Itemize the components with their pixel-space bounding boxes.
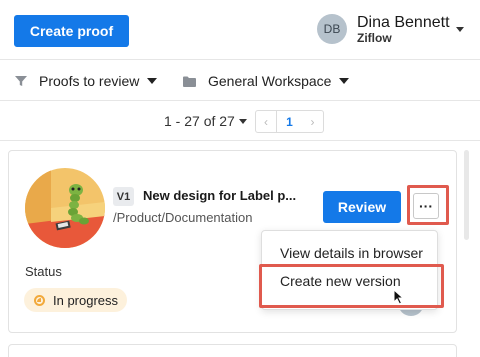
proof-path: /Product/Documentation xyxy=(113,210,253,225)
chevron-down-icon[interactable] xyxy=(456,27,464,32)
chevron-down-icon xyxy=(339,78,350,84)
workspace-dropdown[interactable]: General Workspace xyxy=(183,73,350,89)
pagination-bar: 1 - 27 of 27 xyxy=(0,101,480,141)
filter-bar: Proofs to review General Workspace xyxy=(0,60,480,101)
chevron-down-icon xyxy=(238,118,247,124)
page-range-dropdown[interactable]: 1 - 27 of 27 xyxy=(164,113,247,129)
version-badge: V1 xyxy=(113,187,134,206)
highlight-create-new-version xyxy=(259,264,444,308)
page-range-label: 1 - 27 of 27 xyxy=(164,113,235,129)
menu-item-view-details[interactable]: View details in browser xyxy=(280,245,423,261)
workspace-label: General Workspace xyxy=(208,73,332,89)
app-header: Create proof DB Dina Bennett Ziflow xyxy=(0,0,480,60)
prev-page-button[interactable]: ‹ xyxy=(255,110,277,133)
chevron-down-icon xyxy=(147,78,158,84)
create-proof-button[interactable]: Create proof xyxy=(14,15,129,47)
progress-icon xyxy=(34,294,45,306)
status-badge: In progress xyxy=(24,288,127,312)
review-button[interactable]: Review xyxy=(323,191,401,223)
status-label: Status xyxy=(25,264,62,279)
proof-card[interactable] xyxy=(8,344,457,357)
next-page-button[interactable]: › xyxy=(302,110,324,133)
mouse-cursor-icon xyxy=(393,289,405,305)
user-menu[interactable]: DB Dina Bennett Ziflow xyxy=(317,14,450,44)
proofs-filter-dropdown[interactable]: Proofs to review xyxy=(15,73,158,89)
user-org: Ziflow xyxy=(357,30,392,45)
user-name: Dina Bennett xyxy=(357,13,450,31)
page-number-button[interactable]: 1 xyxy=(277,110,303,133)
filter-icon xyxy=(15,76,27,86)
avatar: DB xyxy=(317,14,347,44)
highlight-more-options xyxy=(407,185,449,225)
proof-title[interactable]: New design for Label p... xyxy=(143,188,308,203)
proofs-filter-label: Proofs to review xyxy=(39,73,140,89)
scrollbar[interactable] xyxy=(464,150,469,240)
proof-thumbnail[interactable] xyxy=(25,168,105,248)
folder-icon xyxy=(183,76,196,87)
status-value: In progress xyxy=(53,292,119,308)
